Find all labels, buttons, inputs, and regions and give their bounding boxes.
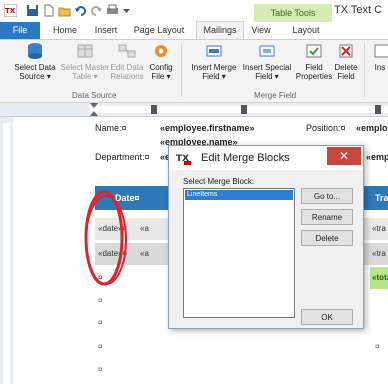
merge-field-icon [206,45,222,57]
app-icon: TX [4,4,17,17]
vertical-ruler-track [3,123,10,384]
insert-special-field-label-1: Insert Special [242,63,292,72]
tab-view[interactable]: View [246,22,276,39]
delete-field-button[interactable]: Delete Field [332,42,360,81]
select-data-source-label-2: Source ▾ [19,72,51,81]
ok-button[interactable]: OK [301,309,353,325]
tab-page-layout[interactable]: Page Layout [130,22,188,39]
indent-marker-icon[interactable] [88,103,100,116]
insert-icon [374,44,388,58]
position-label: Position:¤ [306,123,346,133]
edit-data-relations-label-1: Edit Data [110,63,144,72]
print-icon[interactable] [106,4,119,17]
svg-text:TX: TX [5,7,16,15]
rename-button[interactable]: Rename [301,209,353,225]
merge-block-label: Select Merge Block: [183,177,255,186]
group-label-merge-field: Merge Field [254,91,297,100]
field-properties-button[interactable]: Field Properties [294,42,334,81]
field-properties-label-2: Properties [295,72,333,81]
title-bar: TX Table Tools TX Text C [0,0,388,22]
ruler-track [90,106,388,113]
table-tools-label: Table Tools [254,4,332,22]
paragraph-mark: ¤ [98,342,103,351]
insert-merge-field-button[interactable]: Insert Merge Field ▾ [188,42,240,81]
config-file-label-2: File ▾ [151,72,171,81]
firstname-field[interactable]: «employee.firstname» [160,123,255,133]
select-master-table-button[interactable]: Select Master Table ▾ [58,42,112,81]
insert-special-field-label-2: Field ▾ [255,72,279,81]
app-logo-icon: TX [176,154,191,165]
column-marker-icon[interactable] [374,103,382,116]
config-file-label-1: Config [149,63,173,72]
select-data-source-label-1: Select Data [14,63,56,72]
trans-field[interactable]: «tra [372,224,386,233]
redo-icon[interactable] [90,4,103,17]
paragraph-mark: ¤ [98,296,103,305]
ribbon: Select Data Source ▾ Select Master Table… [0,39,388,103]
new-icon[interactable] [42,4,55,17]
merge-block-list[interactable]: LineItems [183,188,295,318]
relations-icon [118,44,136,58]
annotation-circle-icon [84,190,127,286]
delete-field-label-1: Delete [334,63,358,72]
open-icon[interactable] [58,4,71,17]
config-file-button[interactable]: Config File ▾ [146,42,176,81]
ribbon-separator [364,43,365,97]
amount-field[interactable]: «a [140,224,149,233]
paragraph-mark: ¤ [375,342,380,351]
tab-home[interactable]: Home [46,22,84,39]
insert-merge-field-label-2: Field ▾ [202,72,226,81]
tab-file[interactable]: File [0,22,40,39]
horizontal-ruler[interactable] [0,103,388,117]
delete-button[interactable]: Delete [301,230,353,246]
vertical-ruler[interactable] [0,117,13,384]
undo-icon[interactable] [74,4,87,17]
edit-merge-blocks-dialog: TX Edit Merge Blocks ✕ Select Merge Bloc… [168,145,364,329]
insert-special-field-button[interactable]: Insert Special Field ▾ [240,42,294,81]
total-field[interactable]: «tota [372,273,388,282]
ribbon-tabs: File Home Insert Page Layout Mailings Vi… [0,21,388,39]
insert-next-label: Ins [374,63,386,72]
insert-merge-field-label-1: Insert Merge [191,63,237,72]
column-marker-icon[interactable] [240,103,248,116]
database-icon [28,43,42,59]
select-master-table-label-2: Table ▾ [72,72,98,81]
properties-icon [306,44,322,58]
goto-button[interactable]: Go to... [301,188,353,204]
column-marker-icon[interactable] [150,103,158,116]
edit-data-relations-button[interactable]: Edit Data Relations [108,42,146,81]
save-icon[interactable] [26,4,39,17]
delete-field-label-2: Field [337,72,355,81]
department-right-field[interactable]: «emplo [366,152,388,162]
gear-icon [155,45,167,57]
special-field-icon [259,45,275,57]
name-label: Name:¤ [95,123,127,133]
app-title: TX Text C [334,4,383,16]
paragraph-mark: ¤ [98,318,103,327]
delete-icon [339,44,353,58]
header-right: Tra [375,193,388,203]
table-icon [77,44,93,58]
department-label: Department:¤ [95,152,150,162]
insert-next-button[interactable]: Ins [372,42,388,72]
dialog-title-bar[interactable]: TX Edit Merge Blocks ✕ [169,146,363,170]
tab-insert[interactable]: Insert [88,22,124,39]
group-label-data-source: Data Source [72,91,117,100]
paragraph-mark: ¤ [98,365,103,374]
close-button[interactable]: ✕ [327,147,361,165]
select-master-table-label-1: Select Master [60,63,110,72]
select-data-source-button[interactable]: Select Data Source ▾ [10,42,60,81]
edit-data-relations-label-2: Relations [110,72,144,81]
amount-field[interactable]: «a [140,249,149,258]
ribbon-separator [181,43,182,97]
field-properties-label-1: Field [305,63,323,72]
tab-mailings[interactable]: Mailings [196,21,244,39]
tab-layout[interactable]: Layout [286,22,326,39]
position-field[interactable]: «emplo [356,123,388,133]
dropdown-icon[interactable] [120,4,133,17]
trans-field[interactable]: «tra [372,249,386,258]
list-item[interactable]: LineItems [185,190,293,200]
dialog-title: Edit Merge Blocks [201,152,290,164]
